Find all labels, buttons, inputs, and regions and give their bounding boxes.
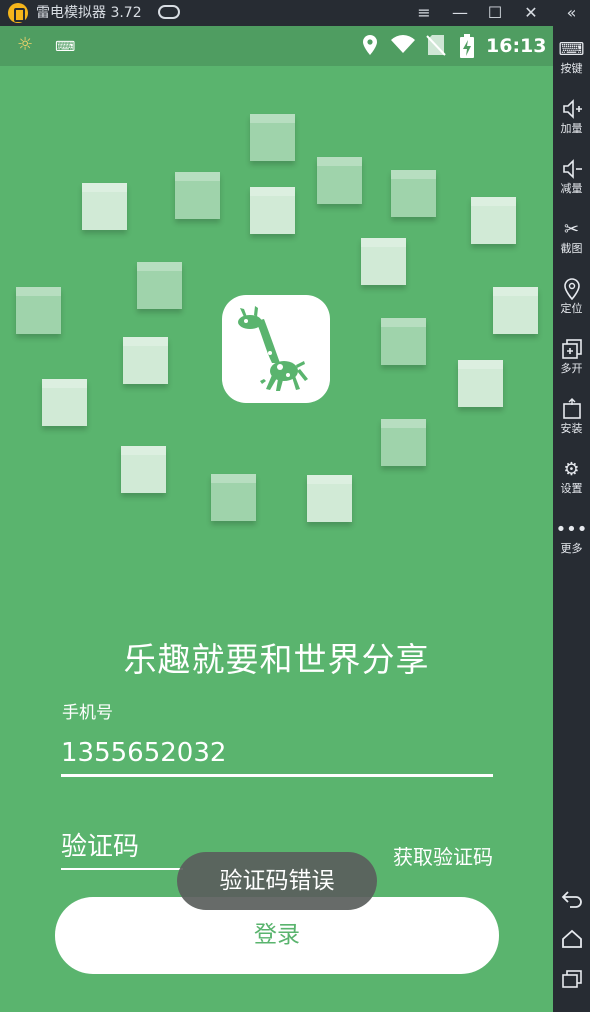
verification-code-input[interactable] <box>61 826 183 870</box>
error-toast: 验证码错误 <box>177 852 377 910</box>
minimize-button[interactable]: — <box>443 0 477 26</box>
toolbar-label: 按键 <box>560 62 583 75</box>
keyboard-status-icon: ⌨ <box>55 39 76 55</box>
multi-window-icon <box>553 338 590 362</box>
back-icon[interactable] <box>553 887 590 917</box>
recent-apps-icon[interactable] <box>553 967 590 997</box>
emulator-title-bar: 雷电模拟器 3.72 ≡ — ☐ ✕ « <box>0 0 590 26</box>
collapse-sidebar-button[interactable]: « <box>553 0 590 26</box>
location-status-icon <box>362 34 378 62</box>
phone-input[interactable] <box>61 732 493 777</box>
decor-tile <box>458 360 503 407</box>
decor-tile <box>250 114 295 161</box>
decor-tile <box>361 238 406 285</box>
decor-tile <box>471 197 516 244</box>
status-time: 16:13 <box>486 35 547 57</box>
keymap-button[interactable]: ⌨ 按键 <box>553 38 590 76</box>
scissors-icon: ✂ <box>563 219 580 240</box>
decor-tile <box>250 187 295 234</box>
apk-install-icon <box>553 398 590 422</box>
decor-tile <box>16 287 61 334</box>
gamepad-icon[interactable] <box>158 5 180 19</box>
more-button[interactable]: ••• 更多 <box>553 518 590 556</box>
screenshot-button[interactable]: ✂ 截图 <box>553 218 590 256</box>
keyboard-icon: ⌨ <box>558 39 585 60</box>
volume-up-icon <box>553 98 590 122</box>
decor-tile <box>42 379 87 426</box>
volume-down-icon <box>553 158 590 182</box>
phone-label: 手机号 <box>62 703 113 723</box>
location-pin-icon <box>553 278 590 302</box>
toolbar-label: 设置 <box>560 482 583 495</box>
phone-screen: ☼ ⌨ 16:13 乐趣就要和世界分享 手机号 1355652032 验证码 获… <box>0 26 553 1012</box>
emulator-toolbar: ⌨ 按键 加量 减量 ✂ 截图 定位 多开 安装 ⚙ 设置 ••• 更多 <box>553 26 590 1012</box>
emulator-logo-icon <box>8 3 28 23</box>
close-button[interactable]: ✕ <box>514 0 548 26</box>
brightness-icon: ☼ <box>17 34 34 55</box>
gear-icon: ⚙ <box>563 459 580 480</box>
toolbar-label: 截图 <box>560 242 583 255</box>
decor-tile <box>317 157 362 204</box>
toolbar-label: 更多 <box>560 542 583 555</box>
app-logo <box>222 295 330 403</box>
decor-tile <box>211 474 256 521</box>
decor-tile <box>121 446 166 493</box>
toolbar-label: 加量 <box>560 122 583 135</box>
status-bar: ☼ ⌨ 16:13 <box>0 26 553 66</box>
multi-instance-button[interactable]: 多开 <box>553 338 590 376</box>
toolbar-label: 减量 <box>560 182 583 195</box>
decor-tile <box>123 337 168 384</box>
menu-button[interactable]: ≡ <box>407 0 441 26</box>
volume-up-button[interactable]: 加量 <box>553 98 590 136</box>
toolbar-label: 安装 <box>560 422 583 435</box>
decor-tile <box>381 419 426 466</box>
toolbar-label: 定位 <box>560 302 583 315</box>
battery-charging-icon <box>459 34 475 64</box>
maximize-button[interactable]: ☐ <box>478 0 512 26</box>
more-dots-icon: ••• <box>555 519 588 540</box>
giraffe-icon <box>238 306 308 391</box>
decor-tile <box>82 183 127 230</box>
no-sim-icon <box>426 34 446 62</box>
toolbar-label: 多开 <box>560 362 583 375</box>
get-code-button[interactable]: 获取验证码 <box>393 844 493 870</box>
headline: 乐趣就要和世界分享 <box>123 640 430 679</box>
wifi-icon <box>390 34 416 60</box>
install-apk-button[interactable]: 安装 <box>553 398 590 436</box>
volume-down-button[interactable]: 减量 <box>553 158 590 196</box>
settings-button[interactable]: ⚙ 设置 <box>553 458 590 496</box>
emulator-title: 雷电模拟器 3.72 <box>36 5 142 21</box>
decor-tile <box>175 172 220 219</box>
decor-tile <box>307 475 352 522</box>
decor-tile <box>493 287 538 334</box>
decor-tile <box>391 170 436 217</box>
location-button[interactable]: 定位 <box>553 278 590 316</box>
decor-tile <box>137 262 182 309</box>
decor-tile <box>381 318 426 365</box>
home-icon[interactable] <box>553 927 590 957</box>
